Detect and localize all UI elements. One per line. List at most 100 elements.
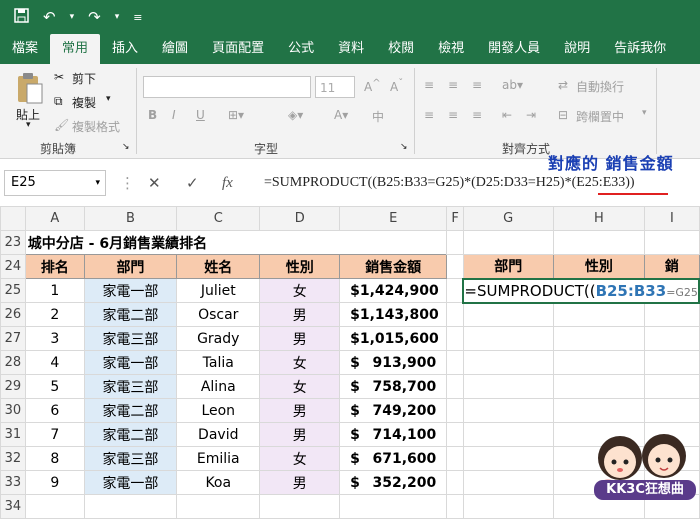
- amount-cell[interactable]: $1,143,800: [339, 302, 448, 327]
- gender-cell[interactable]: 男: [259, 302, 341, 327]
- cell[interactable]: [176, 494, 261, 519]
- cell[interactable]: [552, 302, 646, 327]
- row-header[interactable]: 32: [0, 446, 26, 471]
- cell[interactable]: [552, 326, 646, 351]
- dept-cell[interactable]: 家電三部: [83, 374, 178, 399]
- cell[interactable]: [644, 398, 700, 423]
- tab-0[interactable]: 檔案: [0, 34, 50, 64]
- font-name-combo[interactable]: [143, 76, 311, 98]
- cell[interactable]: [462, 326, 554, 351]
- gender-cell[interactable]: 女: [259, 278, 341, 303]
- cell[interactable]: [446, 374, 464, 399]
- header-cell[interactable]: 性別: [552, 254, 646, 279]
- rank-cell[interactable]: 7: [24, 422, 85, 447]
- cell[interactable]: [446, 302, 464, 327]
- phonetic-button[interactable]: 中: [372, 108, 384, 125]
- column-header-I[interactable]: I: [644, 206, 700, 231]
- align-left-icon[interactable]: ≡: [424, 108, 434, 122]
- cell[interactable]: [446, 422, 464, 447]
- gender-cell[interactable]: 女: [259, 374, 341, 399]
- amount-cell[interactable]: $913,900: [339, 350, 448, 375]
- tab-9[interactable]: 開發人員: [476, 34, 552, 64]
- name-cell[interactable]: Alina: [176, 374, 261, 399]
- row-header[interactable]: 27: [0, 326, 26, 351]
- increase-indent-icon[interactable]: ⇥: [526, 108, 536, 122]
- align-bottom-icon[interactable]: ≡: [472, 78, 482, 92]
- header-cell[interactable]: 部門: [83, 254, 178, 279]
- dept-cell[interactable]: 家電三部: [83, 446, 178, 471]
- underline-button[interactable]: U: [196, 108, 205, 122]
- cell[interactable]: [462, 374, 554, 399]
- rank-cell[interactable]: 8: [24, 446, 85, 471]
- paste-icon[interactable]: [14, 70, 46, 106]
- sheet-title[interactable]: 城中分店 - 6月銷售業績排名: [25, 231, 446, 255]
- font-size-combo[interactable]: 11: [315, 76, 355, 98]
- editing-cell[interactable]: =SUMPRODUCT((B25:B33=G25: [462, 277, 700, 304]
- save-icon[interactable]: [14, 7, 29, 27]
- cell[interactable]: [446, 254, 464, 279]
- format-painter-button[interactable]: 複製格式: [72, 118, 120, 135]
- rank-cell[interactable]: 6: [24, 398, 85, 423]
- merge-center-button[interactable]: 跨欄置中: [576, 108, 624, 125]
- chevron-down-icon[interactable]: ▾: [95, 171, 100, 195]
- name-cell[interactable]: Leon: [176, 398, 261, 423]
- cell[interactable]: [446, 278, 464, 303]
- tab-4[interactable]: 頁面配置: [200, 34, 276, 64]
- cell[interactable]: [462, 422, 554, 447]
- cell[interactable]: [446, 398, 464, 423]
- align-top-icon[interactable]: ≡: [424, 78, 434, 92]
- amount-cell[interactable]: $1,015,600: [339, 326, 448, 351]
- row-header[interactable]: 26: [0, 302, 26, 327]
- rank-cell[interactable]: 9: [24, 470, 85, 495]
- chevron-down-icon[interactable]: ▾: [106, 94, 111, 104]
- row-header[interactable]: 25: [0, 278, 26, 303]
- tab-1[interactable]: 常用: [50, 34, 101, 64]
- column-header-C[interactable]: C: [176, 206, 261, 231]
- header-cell[interactable]: 銷: [644, 254, 700, 279]
- align-center-icon[interactable]: ≡: [448, 108, 458, 122]
- gender-cell[interactable]: 女: [259, 350, 341, 375]
- column-header-G[interactable]: G: [462, 206, 554, 231]
- rank-cell[interactable]: 3: [24, 326, 85, 351]
- name-box[interactable]: E25 ▾: [4, 170, 106, 196]
- cell[interactable]: [446, 494, 464, 519]
- wrap-text-button[interactable]: 自動換行: [576, 78, 624, 95]
- insert-function-icon[interactable]: fx: [222, 170, 233, 196]
- cell[interactable]: [552, 374, 646, 399]
- align-right-icon[interactable]: ≡: [472, 108, 482, 122]
- name-cell[interactable]: Talia: [176, 350, 261, 375]
- dept-cell[interactable]: 家電一部: [83, 470, 178, 495]
- header-cell[interactable]: 銷售金額: [339, 254, 448, 279]
- chevron-down-icon[interactable]: ▾: [642, 108, 647, 118]
- cell[interactable]: [462, 230, 554, 255]
- gender-cell[interactable]: 女: [259, 446, 341, 471]
- row-header[interactable]: 33: [0, 470, 26, 495]
- name-cell[interactable]: Oscar: [176, 302, 261, 327]
- fill-color-icon[interactable]: ◈▾: [288, 108, 303, 122]
- tab-3[interactable]: 繪圖: [150, 34, 200, 64]
- cell[interactable]: [462, 494, 554, 519]
- cell[interactable]: [446, 446, 464, 471]
- undo-icon[interactable]: ↶: [43, 8, 56, 26]
- cell[interactable]: [462, 350, 554, 375]
- cell[interactable]: [552, 230, 646, 255]
- tab-8[interactable]: 檢視: [426, 34, 476, 64]
- cell[interactable]: [446, 350, 464, 375]
- header-cell[interactable]: 部門: [462, 254, 554, 279]
- row-header[interactable]: 24: [0, 254, 26, 279]
- tab-6[interactable]: 資料: [326, 34, 376, 64]
- cell[interactable]: [644, 350, 700, 375]
- tab-2[interactable]: 插入: [100, 34, 150, 64]
- row-header[interactable]: 29: [0, 374, 26, 399]
- amount-cell[interactable]: $758,700: [339, 374, 448, 399]
- rank-cell[interactable]: 2: [24, 302, 85, 327]
- gender-cell[interactable]: 男: [259, 326, 341, 351]
- dept-cell[interactable]: 家電三部: [83, 326, 178, 351]
- tab-5[interactable]: 公式: [276, 34, 326, 64]
- row-header[interactable]: 30: [0, 398, 26, 423]
- cell[interactable]: [552, 398, 646, 423]
- cell[interactable]: [339, 494, 448, 519]
- redo-icon[interactable]: ↷: [88, 8, 101, 26]
- customize-icon[interactable]: ≡: [133, 11, 142, 24]
- dept-cell[interactable]: 家電二部: [83, 302, 178, 327]
